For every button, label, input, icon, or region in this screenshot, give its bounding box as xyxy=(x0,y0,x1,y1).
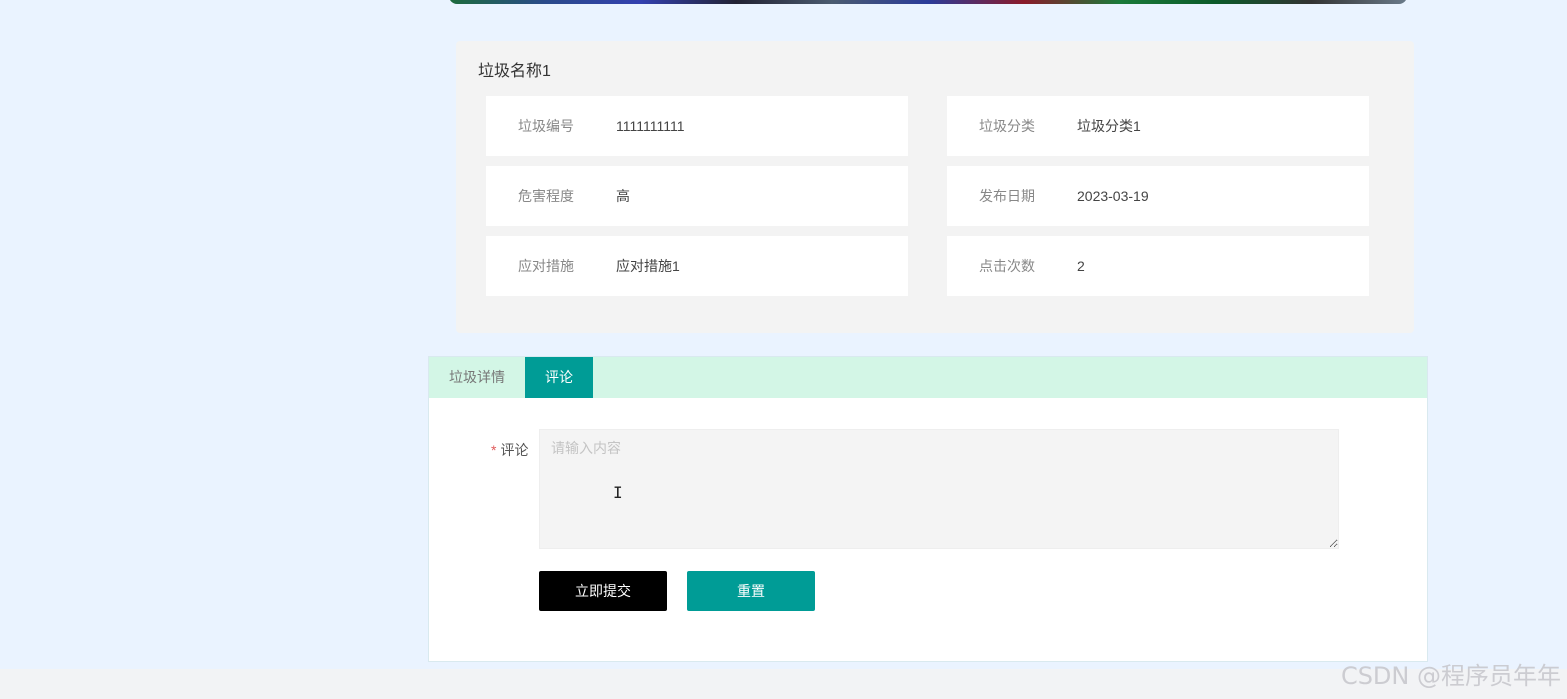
info-cell-measures: 应对措施 应对措施1 xyxy=(486,236,908,296)
info-cell-clicks: 点击次数 2 xyxy=(947,236,1369,296)
tab-comments[interactable]: 评论 xyxy=(525,357,593,398)
tab-details[interactable]: 垃圾详情 xyxy=(429,357,525,398)
banner-image-edge xyxy=(449,0,1407,4)
detail-card: 垃圾名称1 垃圾编号 1111111111 垃圾分类 垃圾分类1 危害程度 高 … xyxy=(456,41,1414,333)
info-value: 高 xyxy=(616,188,630,204)
comment-label: * 评论 xyxy=(491,440,528,460)
info-cell-category: 垃圾分类 垃圾分类1 xyxy=(947,96,1369,156)
submit-button[interactable]: 立即提交 xyxy=(539,571,667,611)
info-label: 垃圾分类 xyxy=(979,118,1035,134)
tabs-panel: 垃圾详情 评论 *评论 立即提交 重置 xyxy=(428,356,1428,662)
info-value: 2023-03-19 xyxy=(1077,188,1149,204)
info-value: 1111111111 xyxy=(616,118,685,134)
info-label: 垃圾编号 xyxy=(518,118,574,134)
text-cursor-icon: I xyxy=(613,483,623,502)
info-value: 2 xyxy=(1077,258,1085,274)
tab-bar: 垃圾详情 评论 xyxy=(429,357,1427,398)
info-label: 发布日期 xyxy=(979,188,1035,204)
watermark: CSDN @程序员年年 xyxy=(1340,662,1561,690)
reset-button[interactable]: 重置 xyxy=(687,571,815,611)
info-value: 垃圾分类1 xyxy=(1077,118,1141,134)
comment-label-text: 评论 xyxy=(500,442,529,458)
info-label: 危害程度 xyxy=(518,188,574,204)
info-cell-hazard: 危害程度 高 xyxy=(486,166,908,226)
detail-title: 垃圾名称1 xyxy=(478,63,551,80)
bottom-bar xyxy=(0,669,1567,699)
info-value: 应对措施1 xyxy=(616,258,680,274)
info-cell-number: 垃圾编号 1111111111 xyxy=(486,96,908,156)
required-mark: * xyxy=(491,442,497,458)
comment-input[interactable] xyxy=(539,429,1339,549)
info-label: 点击次数 xyxy=(979,258,1035,274)
info-label: 应对措施 xyxy=(518,258,574,274)
info-cell-date: 发布日期 2023-03-19 xyxy=(947,166,1369,226)
